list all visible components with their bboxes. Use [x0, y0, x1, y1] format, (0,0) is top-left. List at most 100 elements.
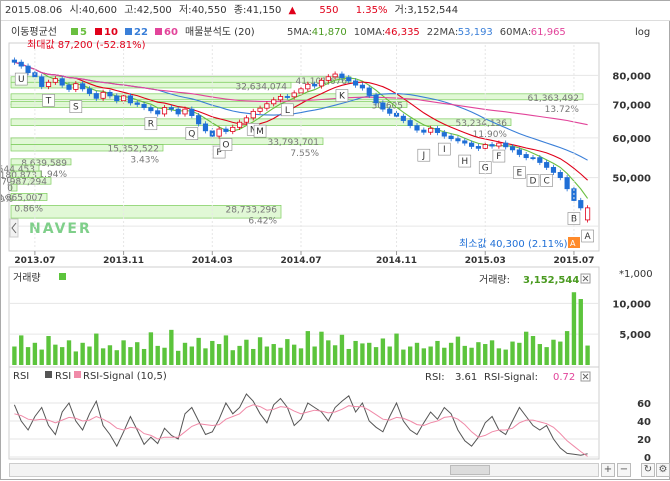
volume-bar-72 — [503, 349, 508, 365]
wave-label-I: I — [443, 145, 446, 155]
candle-body-30 — [216, 128, 222, 137]
candle-body-65 — [455, 138, 461, 142]
candle-body-75 — [523, 154, 529, 159]
volume-bar-49 — [346, 348, 351, 365]
ma-legend: 이동평균선 5 10 22 60 매물분석도 (20) 5MA: 41,870 10MA:… — [11, 26, 650, 38]
settings-icon[interactable]: ⚙ — [656, 463, 670, 477]
ma-legend-swatch-1 — [95, 28, 102, 35]
volume-bar-73 — [510, 341, 515, 365]
volume-bar-71 — [496, 348, 502, 365]
volume-bar-1 — [19, 335, 24, 365]
candle-body-38 — [271, 99, 277, 105]
current-price-marker: A — [568, 237, 580, 248]
candle-body-19 — [141, 104, 147, 108]
ma-legend-swatch-2 — [125, 28, 132, 35]
candle-body-83 — [578, 200, 584, 209]
volume-bar-77 — [537, 344, 543, 365]
volume-bar-5 — [46, 336, 51, 365]
candle-body-15 — [114, 95, 120, 102]
naver-watermark: NAVER — [29, 221, 92, 237]
candle-body-80 — [557, 172, 563, 178]
candle-body-6 — [52, 78, 58, 83]
ma-value-1: 46,335 — [385, 27, 420, 38]
volume-bar-69 — [483, 344, 488, 365]
wave-label-F: F — [496, 152, 501, 162]
date-tick-label-6: 2015.07 — [553, 256, 594, 266]
volume-bar-45 — [319, 331, 324, 365]
candle-body-64 — [448, 135, 454, 140]
rsi-signal-value: 0.72 — [553, 372, 575, 383]
candle-body-1 — [18, 61, 24, 67]
volume-bar-42 — [298, 348, 304, 365]
log-scale-label[interactable]: log — [635, 27, 650, 38]
ma-legend-items: 5 10 22 60 — [71, 27, 178, 38]
zoom-in-button[interactable]: + — [601, 463, 615, 477]
volume-bar-39 — [278, 347, 283, 365]
volume-bar-20 — [148, 332, 154, 365]
candle-body-9 — [73, 83, 79, 90]
volume-bar-24 — [175, 350, 181, 365]
profile-value-13: 7,987,294 — [1, 178, 47, 188]
volume-legend-swatch — [59, 273, 66, 280]
ma-legend-label-2: 22 — [134, 27, 148, 38]
volume-bar-12 — [94, 333, 99, 365]
horizontal-scrollbar[interactable] — [9, 463, 599, 477]
volume-scale-label: *1,000 — [619, 269, 653, 280]
volume-close-icon[interactable] — [580, 273, 591, 284]
candle-body-47 — [332, 73, 338, 78]
volume-bar-67 — [469, 347, 474, 365]
rsi-value-label: RSI: — [425, 372, 445, 383]
ma-values: 5MA: 41,870 10MA: 46,335 22MA: 53,193 60MA: 61,… — [287, 27, 566, 38]
volume-bar-44 — [312, 346, 317, 365]
candle-body-40 — [284, 96, 290, 98]
volume-bar-19 — [141, 348, 147, 365]
ma-value-label-3: 60MA: — [500, 27, 531, 38]
candle-body-84 — [585, 207, 591, 221]
rsi-tick-label-1: 20 — [637, 435, 651, 446]
date-tick-label-3: 2014.07 — [281, 256, 322, 266]
profile-pct-3: 3.43% — [130, 156, 159, 166]
scrollbar-thumb[interactable] — [450, 465, 490, 475]
volume-title: 거래량 — [13, 272, 41, 284]
candle-body-81 — [564, 177, 570, 190]
volume-bar-15 — [114, 350, 119, 365]
volume-bar-41 — [291, 344, 297, 365]
date-tick-label-0: 2013.07 — [14, 256, 55, 266]
volume-bar-83 — [578, 299, 583, 365]
reset-icon[interactable]: ↻ — [641, 463, 655, 477]
volume-bar-2 — [25, 347, 31, 365]
price-pane: 61,363,49213.72%53,234,13611.90%33,793,7… — [1, 39, 651, 266]
candle-body-60 — [421, 129, 427, 133]
ma-value-3: 61,965 — [531, 27, 566, 38]
volume-bar-33 — [237, 345, 242, 365]
scroll-left-icon[interactable] — [9, 218, 19, 238]
rsi-tick-label-2: 40 — [637, 417, 651, 428]
volume-bar-81 — [564, 331, 570, 365]
zoom-out-button[interactable]: − — [617, 463, 631, 477]
rsi-tick-label-3: 60 — [637, 399, 651, 410]
candle-body-43 — [305, 83, 311, 90]
volume-bar-58 — [407, 346, 413, 365]
rsi-close-icon[interactable] — [580, 371, 591, 382]
wave-label-O: O — [222, 141, 229, 151]
volume-bar-68 — [476, 342, 481, 365]
volume-bar-46 — [326, 340, 331, 365]
candle-body-11 — [86, 88, 93, 94]
volume-bar-6 — [53, 344, 58, 365]
candle-body-74 — [516, 149, 522, 155]
price-y-axis: 50,000 60,000 70,000 80,000 — [612, 71, 651, 184]
wave-label-D: D — [530, 177, 537, 187]
candle-body-41 — [291, 92, 297, 98]
date-tick-label-2: 2014.03 — [192, 256, 233, 266]
date-tick-label-5: 2015.03 — [465, 256, 506, 266]
candle-body-63 — [441, 132, 447, 137]
volume-bar-61 — [428, 346, 433, 365]
candle-body-61 — [428, 127, 434, 133]
volume-bar-50 — [353, 340, 358, 365]
volume-bar-37 — [264, 346, 270, 365]
profile-pct-4: 6.42% — [248, 216, 277, 226]
volume-profile-label[interactable]: 매물분석도 (20) — [185, 26, 255, 38]
profile-pct-6: 0.86% — [14, 204, 43, 214]
rsi-legend-name: RSI — [55, 371, 71, 382]
max-annotation: 최대값 87,200 (-52.81%) — [27, 39, 146, 51]
